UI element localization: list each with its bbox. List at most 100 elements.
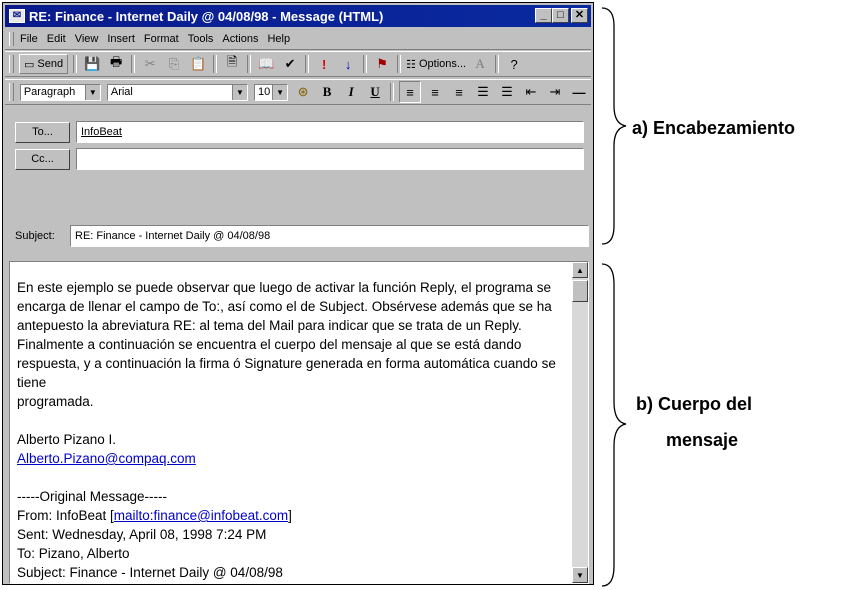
options-button[interactable]: ☷ Options... [406, 54, 466, 74]
font-select[interactable]: Arial ▼ [106, 83, 248, 101]
font-value: Arial [110, 86, 133, 98]
copy-icon[interactable]: ⎘ [164, 54, 184, 74]
send-button[interactable]: ▭ Send [19, 54, 69, 74]
send-label: Send [37, 58, 64, 70]
italic-button[interactable]: I [341, 82, 361, 102]
to-button[interactable]: To... [15, 121, 70, 143]
minimize-button[interactable]: _ [535, 8, 552, 23]
header-brace-icon [601, 7, 627, 245]
body-line: respuesta, y a continuación la firma ó S… [17, 356, 556, 390]
message-window: ✉ RE: Finance - Internet Daily @ 04/08/9… [2, 2, 594, 585]
original-message-header: -----Original Message----- [17, 489, 168, 504]
body-line: encarga de llenar el campo de To:, así c… [17, 299, 552, 314]
chevron-down-icon[interactable]: ▼ [272, 84, 288, 100]
scroll-down-icon[interactable]: ▼ [572, 567, 588, 583]
bold-button[interactable]: B [317, 82, 337, 102]
envelope-icon: ✉ [9, 9, 25, 23]
subject-row: Subject: RE: Finance - Internet Daily @ … [15, 225, 589, 247]
underline-button[interactable]: U [365, 82, 385, 102]
print-icon[interactable]: 🖶 [106, 54, 126, 74]
size-select[interactable]: 10 ▼ [254, 83, 289, 101]
paste-icon[interactable]: 📋 [188, 54, 208, 74]
style-select[interactable]: Paragraph ▼ [19, 83, 101, 101]
to-row: To... InfoBeat [15, 121, 584, 143]
check-names-icon[interactable]: ✔ [280, 54, 300, 74]
chevron-down-icon[interactable]: ▼ [232, 84, 247, 100]
header-annotation: a) Encabezamiento [632, 118, 796, 138]
separator [305, 55, 310, 73]
address-book-icon[interactable]: 📖 [256, 54, 276, 74]
body-annotation-line1: b) Cuerpo del [636, 394, 752, 414]
subject-label: Subject: [15, 230, 55, 242]
chevron-down-icon[interactable]: ▼ [84, 84, 100, 100]
options-label: Options... [418, 58, 467, 70]
font-icon[interactable]: A [470, 54, 490, 74]
separator [131, 55, 136, 73]
menu-file[interactable]: File [20, 33, 38, 45]
message-body[interactable]: En este ejemplo se puede observar que lu… [9, 261, 589, 584]
decrease-indent-icon[interactable]: ⇤ [521, 82, 541, 102]
flag-icon[interactable]: ⚑ [372, 54, 392, 74]
menu-edit[interactable]: Edit [47, 33, 66, 45]
separator [397, 55, 402, 73]
toolbar-grip[interactable] [9, 83, 14, 101]
window-title: RE: Finance - Internet Daily @ 04/08/98 … [29, 8, 384, 24]
insert-file-icon[interactable]: 🗎 [222, 54, 242, 74]
original-to-line: To: Pizano, Alberto [17, 546, 130, 561]
separator [247, 55, 252, 73]
cut-icon[interactable]: ✂ [140, 54, 160, 74]
separator [73, 55, 78, 73]
menu-format[interactable]: Format [144, 33, 179, 45]
body-line: antepuesto la abreviatura RE: al tema de… [17, 318, 522, 333]
cc-field[interactable] [76, 148, 584, 170]
scroll-up-icon[interactable]: ▲ [572, 262, 588, 278]
increase-indent-icon[interactable]: ⇥ [545, 82, 565, 102]
separator [495, 55, 500, 73]
toolbar-grip[interactable] [9, 55, 14, 73]
from-suffix: ] [288, 508, 292, 523]
standard-toolbar: ▭ Send 💾 🖶 ✂ ⎘ 📋 🗎 📖 ✔ ! ↓ ⚑ ☷ Options..… [5, 51, 591, 77]
options-icon: ☷ [406, 58, 416, 71]
signature-name: Alberto Pizano I. [17, 432, 117, 447]
bullets-icon[interactable]: ☰ [473, 82, 493, 102]
to-field[interactable]: InfoBeat [76, 121, 584, 143]
align-right-icon[interactable]: ≡ [449, 82, 469, 102]
title-bar[interactable]: ✉ RE: Finance - Internet Daily @ 04/08/9… [5, 5, 591, 27]
save-icon[interactable]: 💾 [82, 54, 102, 74]
font-color-icon[interactable]: ⊛ [293, 82, 313, 102]
menu-grip[interactable] [9, 32, 14, 46]
separator [213, 55, 218, 73]
numbering-icon[interactable]: ☰ [497, 82, 517, 102]
menu-help[interactable]: Help [267, 33, 290, 45]
menu-actions[interactable]: Actions [222, 33, 258, 45]
menu-tools[interactable]: Tools [188, 33, 214, 45]
align-left-icon[interactable]: ≡ [398, 81, 421, 103]
signature-email-link[interactable]: Alberto.Pizano@compaq.com [17, 451, 196, 466]
align-center-icon[interactable]: ≡ [425, 82, 445, 102]
separator [363, 55, 368, 73]
body-brace-icon [601, 263, 627, 587]
horizontal-line-icon[interactable]: — [569, 82, 589, 102]
menu-insert[interactable]: Insert [107, 33, 135, 45]
menu-view[interactable]: View [75, 33, 99, 45]
close-button[interactable]: ✕ [571, 8, 588, 23]
body-line: En este ejemplo se puede observar que lu… [17, 280, 552, 295]
separator [390, 83, 394, 101]
scroll-thumb[interactable] [572, 280, 588, 302]
size-value: 10 [258, 86, 271, 98]
cc-button[interactable]: Cc... [15, 148, 70, 170]
subject-field[interactable]: RE: Finance - Internet Daily @ 04/08/98 [70, 225, 589, 247]
importance-high-icon[interactable]: ! [314, 54, 334, 74]
importance-low-icon[interactable]: ↓ [338, 54, 358, 74]
vertical-scrollbar[interactable]: ▲ ▼ [572, 262, 588, 583]
cc-row: Cc... [15, 148, 584, 170]
style-value: Paragraph [23, 86, 76, 98]
body-line: Finalmente a continuación se encuentra e… [17, 337, 522, 352]
original-from-line: From: InfoBeat [mailto:finance@infobeat.… [17, 506, 569, 525]
to-value: InfoBeat [81, 126, 122, 138]
send-icon: ▭ [24, 58, 35, 71]
maximize-button[interactable]: □ [552, 8, 569, 23]
help-icon[interactable]: ? [504, 54, 524, 74]
from-mailto-link[interactable]: mailto:finance@infobeat.com [114, 508, 288, 523]
body-text[interactable]: En este ejemplo se puede observar que lu… [17, 278, 569, 582]
